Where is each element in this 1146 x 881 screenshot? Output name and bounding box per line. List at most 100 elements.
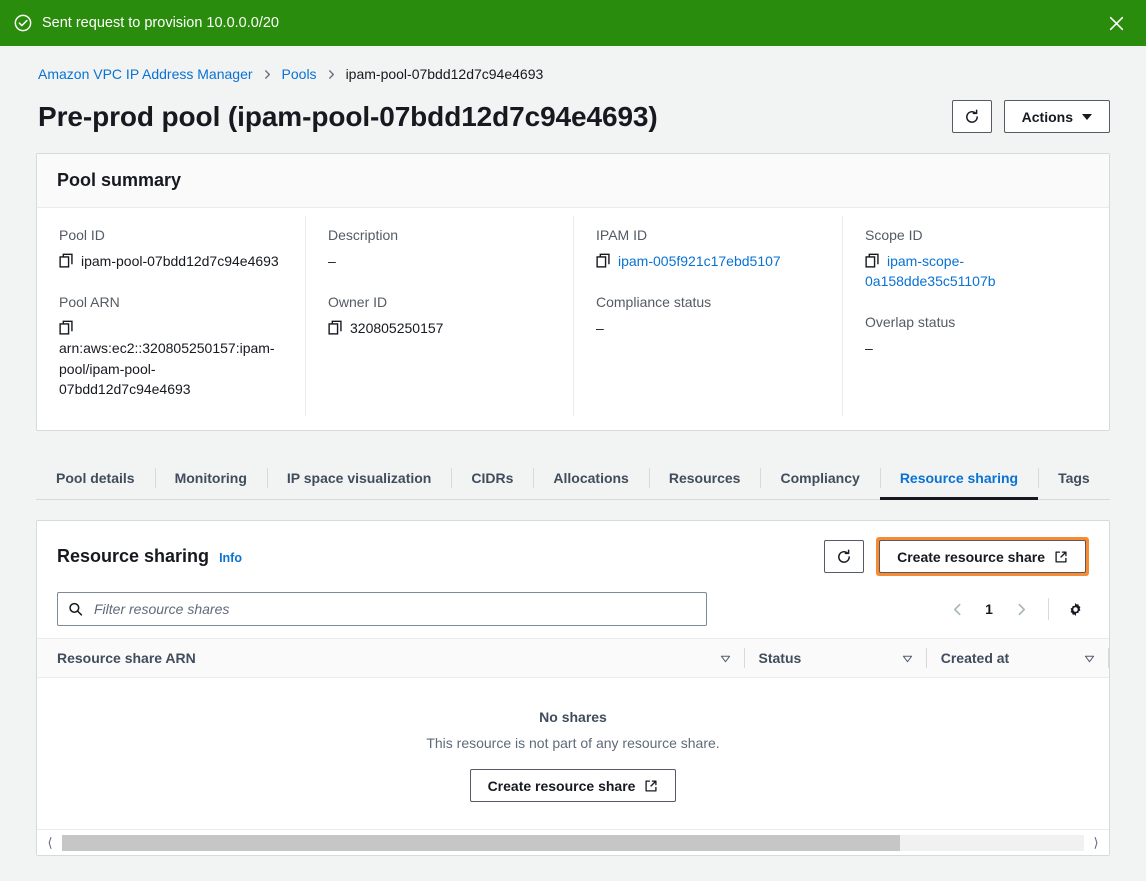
field-owner-id: Owner ID 320805250157 — [328, 293, 551, 338]
chevron-down-icon — [1082, 114, 1092, 120]
create-resource-share-button[interactable]: Create resource share — [879, 540, 1086, 573]
tab-bar: Pool details Monitoring IP space visuali… — [36, 457, 1110, 500]
tab-ip-space-visualization[interactable]: IP space visualization — [267, 457, 451, 499]
scrollbar-track[interactable] — [62, 835, 1084, 851]
breadcrumb-item-current: ipam-pool-07bdd12d7c94e4693 — [346, 66, 544, 82]
field-description: Description – — [328, 226, 551, 271]
resource-sharing-header: Resource sharing Info Create resource sh… — [37, 521, 1109, 580]
field-label: Pool ID — [59, 226, 283, 245]
field-label: Description — [328, 226, 551, 245]
field-label: IPAM ID — [596, 226, 820, 245]
pool-summary-grid: Pool ID ipam-pool-07bdd12d7c94e4693 Pool… — [37, 208, 1109, 430]
breadcrumb-item-pools[interactable]: Pools — [282, 66, 317, 82]
column-header-resource-share-arn[interactable]: Resource share ARN — [37, 639, 745, 678]
column-header-created-at[interactable]: Created at — [927, 639, 1109, 678]
tab-pool-details[interactable]: Pool details — [36, 457, 155, 499]
scroll-left-icon[interactable]: ⟨ — [39, 832, 61, 854]
page-header-actions: Actions — [952, 100, 1110, 133]
refresh-icon — [964, 109, 980, 125]
create-resource-share-focus-ring: Create resource share — [876, 537, 1089, 576]
tab-tags[interactable]: Tags — [1038, 457, 1110, 499]
check-circle-icon — [14, 14, 32, 32]
close-icon[interactable] — [1102, 9, 1130, 37]
summary-column: IPAM ID ipam-005f921c17ebd5107 Complianc… — [574, 216, 843, 416]
resource-sharing-title: Resource sharing — [57, 546, 209, 567]
field-value: – — [865, 338, 1087, 358]
resource-shares-table: Resource share ARN Status — [37, 638, 1109, 829]
pool-summary-title: Pool summary — [57, 170, 1089, 191]
field-ipam-id: IPAM ID ipam-005f921c17ebd5107 — [596, 226, 820, 271]
empty-state-cell: No shares This resource is not part of a… — [37, 678, 1109, 830]
empty-state-description: This resource is not part of any resourc… — [58, 735, 1088, 751]
empty-state-row: No shares This resource is not part of a… — [37, 678, 1109, 830]
tab-cidrs[interactable]: CIDRs — [451, 457, 533, 499]
field-label: Scope ID — [865, 226, 1087, 245]
field-label: Pool ARN — [59, 293, 283, 312]
search-input[interactable] — [57, 592, 707, 626]
empty-state: No shares This resource is not part of a… — [38, 679, 1108, 828]
field-text: arn:aws:ec2::320805250157:ipam-pool/ipam… — [59, 340, 275, 397]
copy-icon[interactable] — [59, 253, 74, 268]
chevron-left-icon[interactable] — [942, 594, 972, 624]
sort-triangle-icon — [720, 653, 731, 664]
refresh-shares-button[interactable] — [824, 540, 864, 573]
copy-icon[interactable] — [59, 320, 74, 335]
tab-allocations[interactable]: Allocations — [533, 457, 648, 499]
table-header-row: Resource share ARN Status — [37, 639, 1109, 678]
tab-resource-sharing[interactable]: Resource sharing — [880, 457, 1038, 499]
column-header-label: Resource share ARN — [57, 650, 196, 666]
copy-icon[interactable] — [865, 253, 880, 268]
breadcrumb: Amazon VPC IP Address Manager Pools ipam… — [36, 46, 1110, 88]
actions-button-label: Actions — [1022, 109, 1073, 125]
gear-icon[interactable] — [1061, 595, 1089, 623]
field-value: ipam-scope-0a158dde35c51107b — [865, 251, 1087, 292]
field-compliance-status: Compliance status – — [596, 293, 820, 338]
tab-compliancy[interactable]: Compliancy — [760, 457, 879, 499]
chevron-right-icon[interactable] — [1006, 594, 1036, 624]
flash-banner-content: Sent request to provision 10.0.0.0/20 — [14, 14, 1102, 32]
field-label: Overlap status — [865, 313, 1087, 332]
refresh-button[interactable] — [952, 100, 992, 133]
summary-column: Description – Owner ID 320805250157 — [306, 216, 574, 416]
column-header-label: Status — [759, 650, 802, 666]
copy-icon[interactable] — [328, 320, 343, 335]
page-title: Pre-prod pool (ipam-pool-07bdd12d7c94e46… — [38, 101, 658, 133]
sort-triangle-icon — [1084, 653, 1095, 664]
table-header: Resource share ARN Status — [37, 639, 1109, 678]
scrollbar-thumb[interactable] — [62, 835, 900, 851]
divider — [1048, 598, 1049, 620]
pagination-page-1[interactable]: 1 — [976, 594, 1002, 624]
empty-state-create-resource-share-button[interactable]: Create resource share — [470, 769, 677, 802]
ipam-id-link[interactable]: ipam-005f921c17ebd5107 — [618, 253, 781, 269]
empty-state-title: No shares — [58, 709, 1088, 725]
filter-row: 1 — [37, 580, 1109, 638]
tab-resources[interactable]: Resources — [649, 457, 761, 499]
horizontal-scrollbar[interactable]: ⟨ ⟩ — [37, 829, 1109, 855]
search-box — [57, 592, 707, 626]
field-value: 320805250157 — [328, 318, 551, 338]
field-value: – — [328, 251, 551, 271]
tab-monitoring[interactable]: Monitoring — [155, 457, 267, 499]
empty-state-create-label: Create resource share — [488, 778, 636, 794]
flash-message: Sent request to provision 10.0.0.0/20 — [42, 15, 279, 31]
column-header-status[interactable]: Status — [745, 639, 927, 678]
pool-summary-header: Pool summary — [37, 154, 1109, 208]
resource-sharing-title-group: Resource sharing Info — [57, 546, 242, 567]
resource-sharing-panel: Resource sharing Info Create resource sh… — [36, 520, 1110, 856]
scroll-right-icon[interactable]: ⟩ — [1085, 832, 1107, 854]
summary-column: Scope ID ipam-scope-0a158dde35c51107b Ov… — [843, 216, 1109, 416]
field-value: – — [596, 318, 820, 338]
field-value: ipam-005f921c17ebd5107 — [596, 251, 820, 271]
external-link-icon — [1054, 550, 1068, 564]
actions-button[interactable]: Actions — [1004, 100, 1110, 133]
info-link[interactable]: Info — [219, 551, 242, 565]
field-text: ipam-pool-07bdd12d7c94e4693 — [81, 253, 279, 269]
create-resource-share-label: Create resource share — [897, 549, 1045, 565]
scope-id-link[interactable]: ipam-scope-0a158dde35c51107b — [865, 253, 996, 289]
resource-sharing-actions: Create resource share — [824, 537, 1089, 576]
column-header-label: Created at — [941, 650, 1009, 666]
refresh-icon — [836, 549, 852, 565]
breadcrumb-item-ipam[interactable]: Amazon VPC IP Address Manager — [38, 66, 253, 82]
copy-icon[interactable] — [596, 253, 611, 268]
flash-banner: Sent request to provision 10.0.0.0/20 — [0, 0, 1146, 46]
